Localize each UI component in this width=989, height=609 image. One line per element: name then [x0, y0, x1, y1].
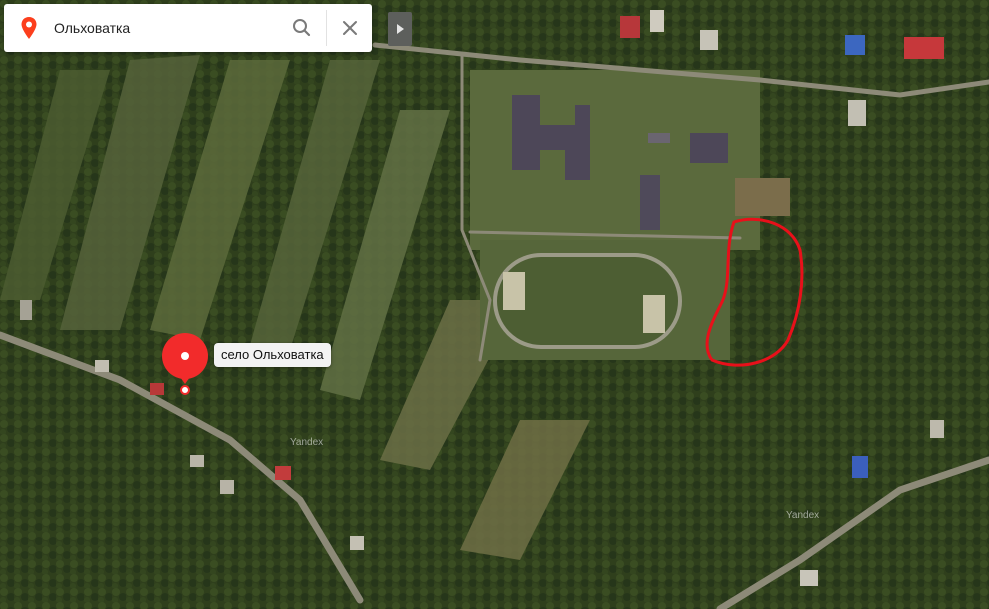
map-provider-watermark: Yandex	[786, 510, 820, 521]
search-bar	[4, 4, 372, 52]
search-input[interactable]	[54, 16, 274, 40]
map-pin-logo-icon	[21, 17, 37, 39]
chevron-right-icon	[397, 24, 404, 34]
map-provider-watermark: Yandex	[290, 437, 324, 448]
search-icon	[293, 19, 311, 37]
clear-search-button[interactable]	[332, 12, 368, 44]
place-marker[interactable]	[160, 332, 210, 398]
search-divider	[326, 10, 327, 46]
place-marker-label[interactable]: село Ольховатка	[214, 343, 331, 367]
close-icon	[343, 21, 357, 35]
stadium	[493, 253, 682, 349]
plowed-field	[735, 178, 790, 216]
search-button[interactable]	[284, 12, 320, 44]
panel-toggle-button[interactable]	[388, 12, 412, 46]
satellite-map[interactable]	[0, 0, 989, 609]
